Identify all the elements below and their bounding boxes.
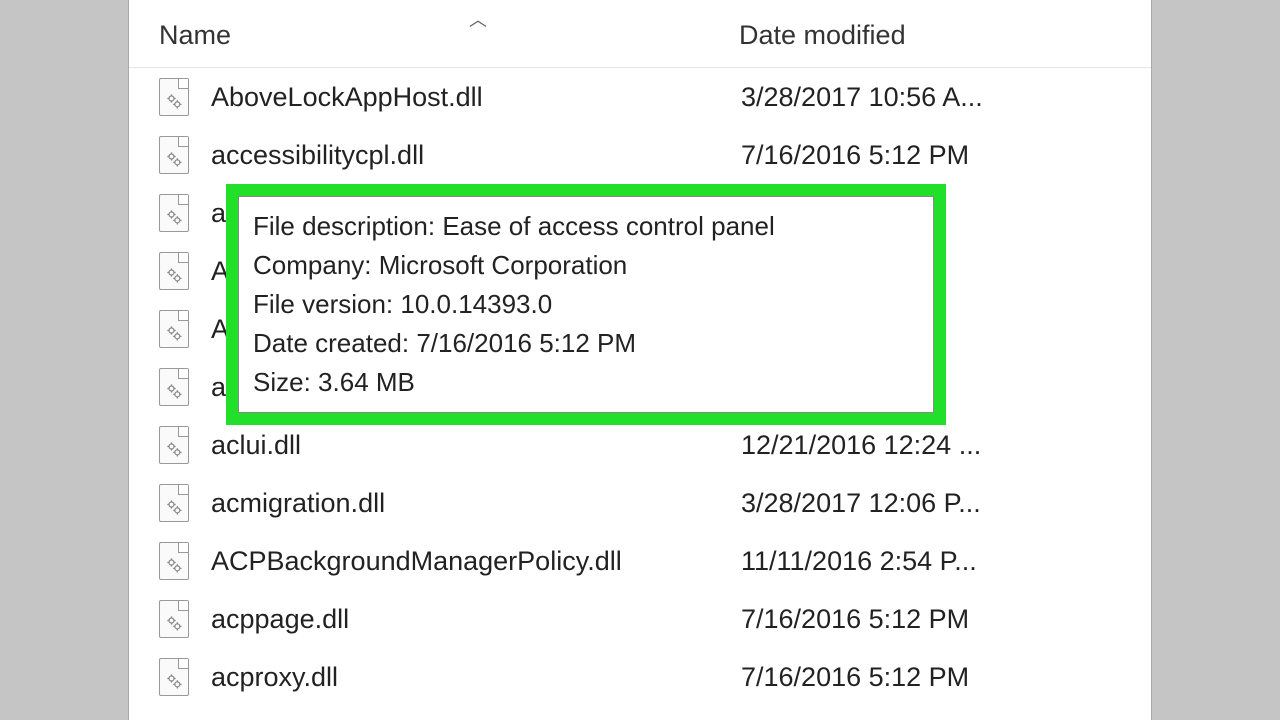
dll-file-icon bbox=[159, 310, 189, 348]
file-row[interactable]: AboveLockAppHost.dll3/28/2017 10:56 A... bbox=[129, 68, 1151, 126]
file-date: 7/16/2016 5:12 PM bbox=[741, 604, 969, 635]
dll-file-icon bbox=[159, 658, 189, 696]
dll-file-icon bbox=[159, 368, 189, 406]
file-name: AboveLockAppHost.dll bbox=[211, 82, 741, 113]
tooltip-line-size: Size: 3.64 MB bbox=[253, 363, 919, 402]
file-row[interactable]: acmigration.dll3/28/2017 12:06 P... bbox=[129, 474, 1151, 532]
file-info-tooltip: File description: Ease of access control… bbox=[238, 196, 934, 413]
dll-file-icon bbox=[159, 600, 189, 638]
column-header-name[interactable]: Name bbox=[159, 20, 231, 51]
file-date: 7/16/2016 5:12 PM bbox=[741, 662, 969, 693]
dll-file-icon bbox=[159, 542, 189, 580]
file-date: 12/21/2016 12:24 ... bbox=[741, 430, 981, 461]
file-name: acppage.dll bbox=[211, 604, 741, 635]
file-row[interactable]: ACPBackgroundManagerPolicy.dll11/11/2016… bbox=[129, 532, 1151, 590]
file-date: 11/11/2016 2:54 P... bbox=[741, 546, 977, 577]
file-name: ACPBackgroundManagerPolicy.dll bbox=[211, 546, 741, 577]
tooltip-line-version: File version: 10.0.14393.0 bbox=[253, 285, 919, 324]
file-row[interactable]: accessibilitycpl.dll7/16/2016 5:12 PM bbox=[129, 126, 1151, 184]
file-row[interactable]: acproxy.dll7/16/2016 5:12 PM bbox=[129, 648, 1151, 706]
tooltip-highlight-box: File description: Ease of access control… bbox=[226, 184, 946, 425]
dll-file-icon bbox=[159, 78, 189, 116]
file-date: 7/16/2016 5:12 PM bbox=[741, 140, 969, 171]
file-row[interactable]: acppage.dll7/16/2016 5:12 PM bbox=[129, 590, 1151, 648]
tooltip-line-company: Company: Microsoft Corporation bbox=[253, 246, 919, 285]
dll-file-icon bbox=[159, 136, 189, 174]
column-header-date[interactable]: Date modified bbox=[739, 20, 906, 51]
dll-file-icon bbox=[159, 484, 189, 522]
file-name: aclui.dll bbox=[211, 430, 741, 461]
file-name: acmigration.dll bbox=[211, 488, 741, 519]
column-header-row: ︿ Name Date modified bbox=[129, 0, 1151, 68]
tooltip-line-description: File description: Ease of access control… bbox=[253, 207, 919, 246]
right-letterbox bbox=[1152, 0, 1280, 720]
dll-file-icon bbox=[159, 426, 189, 464]
dll-file-icon bbox=[159, 252, 189, 290]
sort-caret-up-icon[interactable]: ︿ bbox=[469, 6, 487, 32]
left-letterbox bbox=[0, 0, 128, 720]
tooltip-line-created: Date created: 7/16/2016 5:12 PM bbox=[253, 324, 919, 363]
file-name: accessibilitycpl.dll bbox=[211, 140, 741, 171]
dll-file-icon bbox=[159, 194, 189, 232]
file-name: acproxy.dll bbox=[211, 662, 741, 693]
file-date: 3/28/2017 10:56 A... bbox=[741, 82, 983, 113]
file-date: 3/28/2017 12:06 P... bbox=[741, 488, 981, 519]
